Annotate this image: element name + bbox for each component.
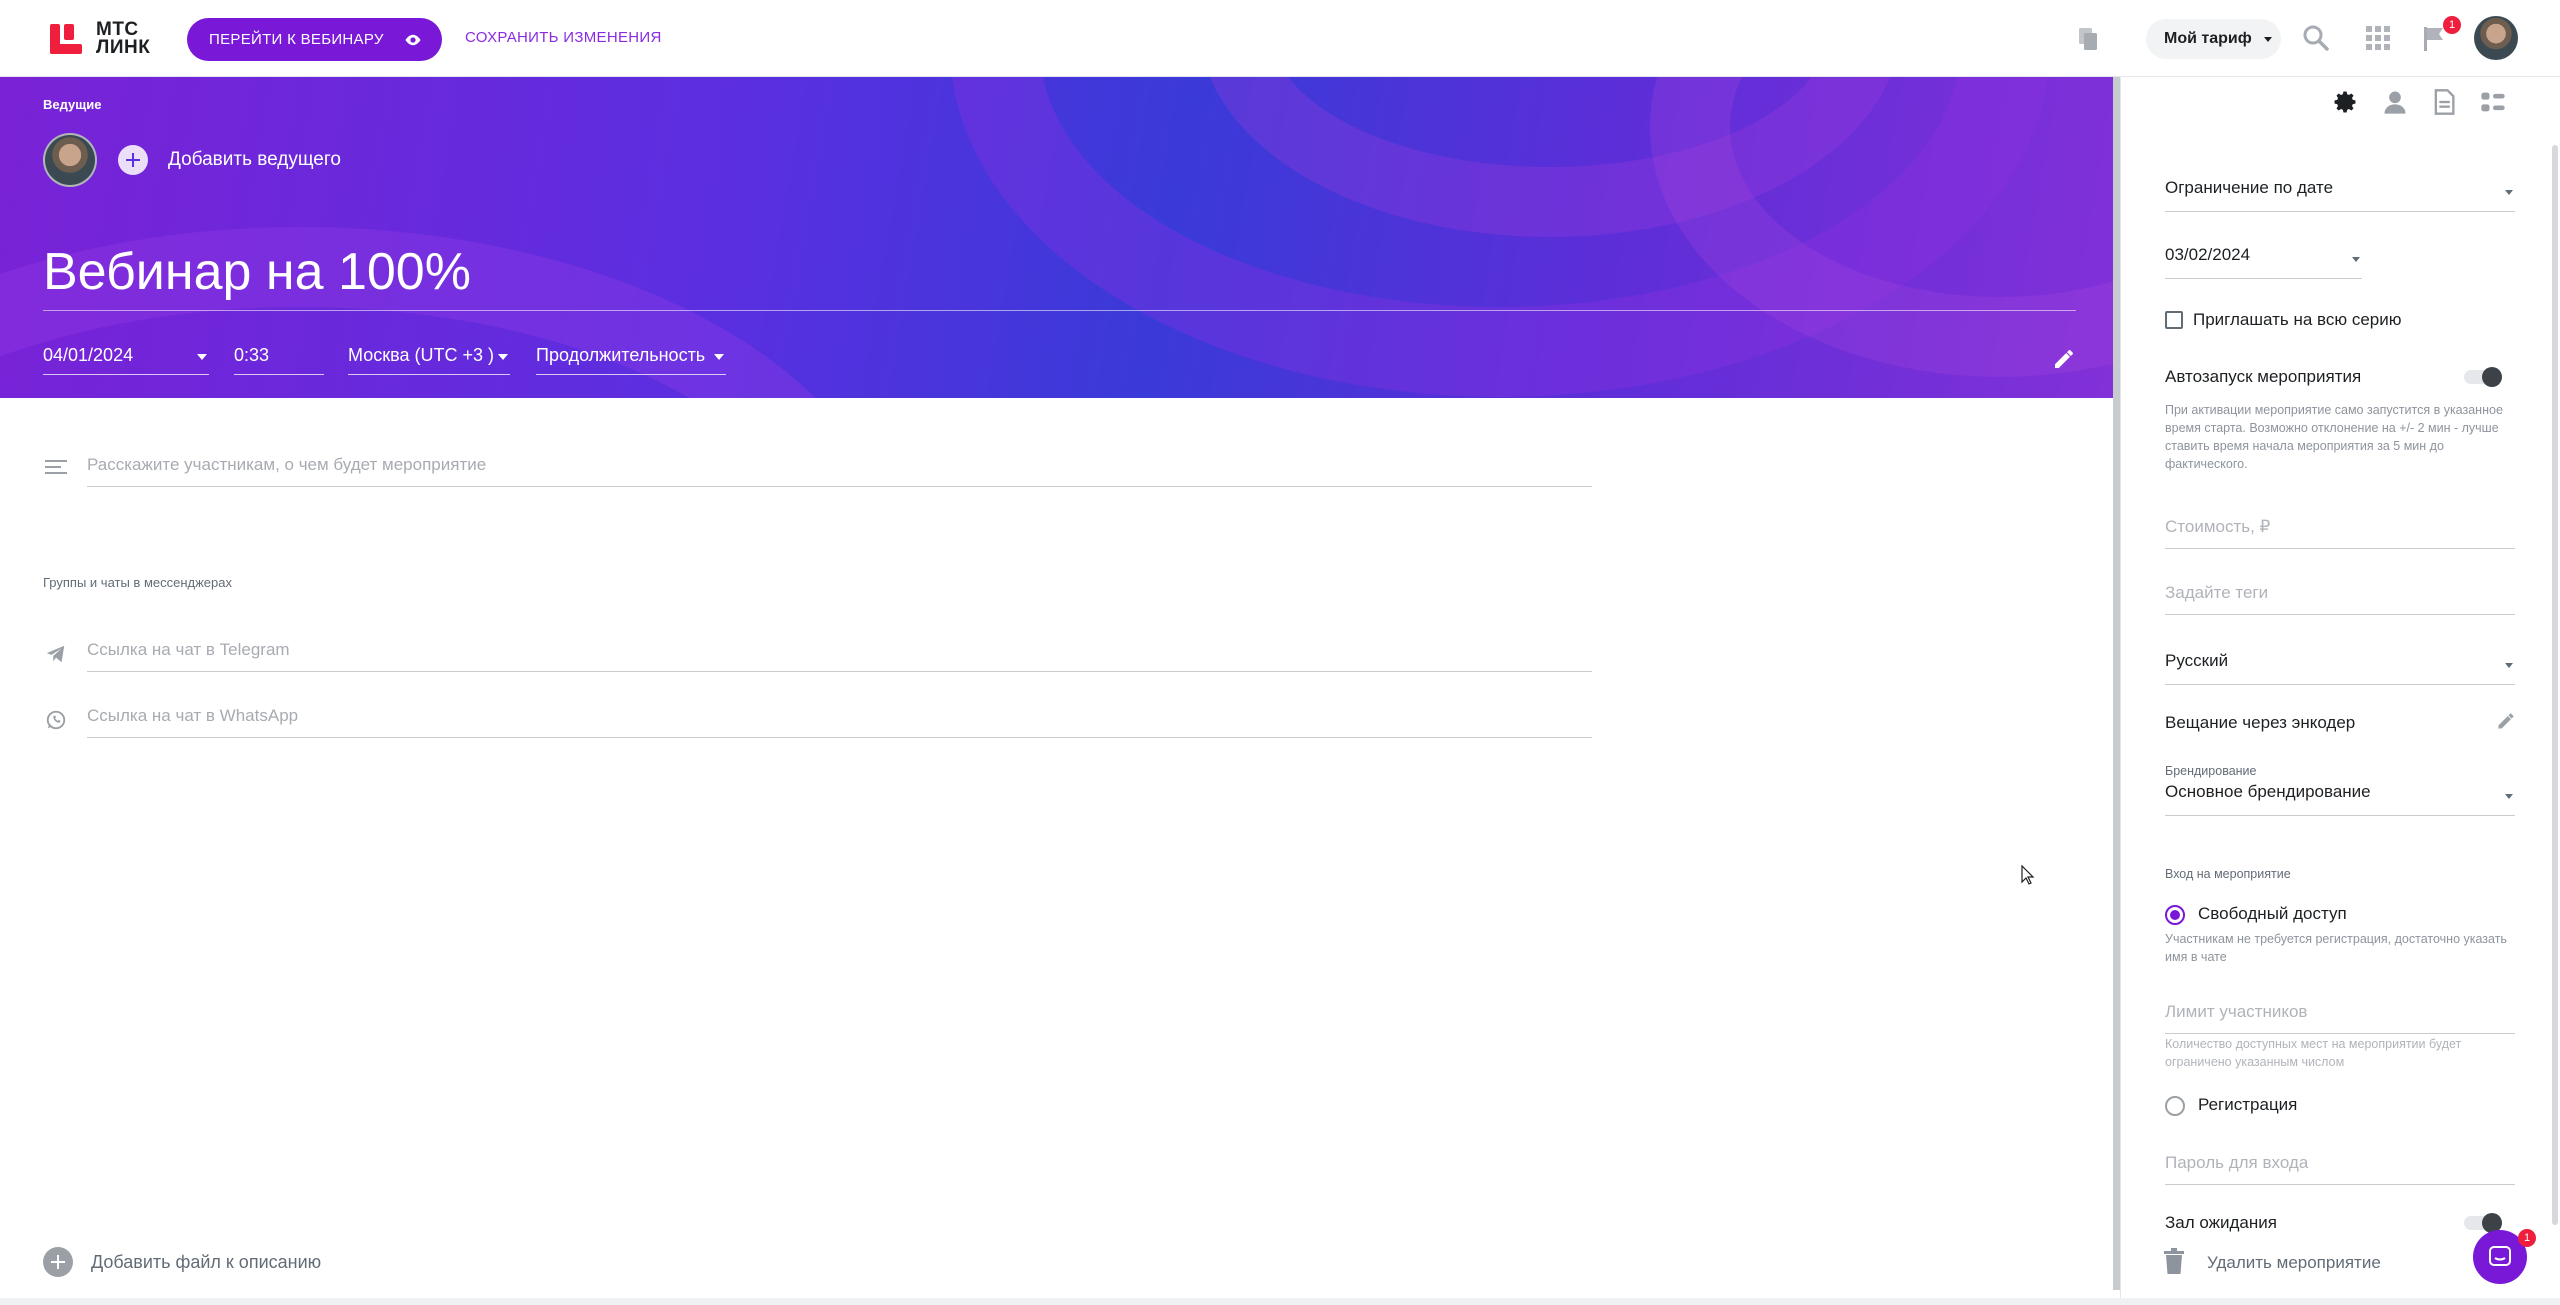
eye-icon [405,34,421,46]
language-select[interactable]: Русский [2165,651,2515,685]
limit-date-value: 03/02/2024 [2165,245,2251,264]
date-value: 04/01/2024 [43,345,134,365]
time-value: 0:33 [234,345,270,365]
password-input[interactable]: Пароль для входа [2165,1153,2515,1185]
date-limit-value: Ограничение по дате [2165,178,2334,197]
main-scrollbar[interactable] [2113,77,2120,1290]
logo[interactable]: МТС ЛИНК [50,20,150,58]
save-changes-button[interactable]: СОХРАНИТЬ ИЗМЕНЕНИЯ [465,29,662,46]
apps-grid-icon[interactable] [2366,26,2390,50]
chevron-down-icon [2263,36,2272,42]
go-to-webinar-label: ПЕРЕЙТИ К ВЕБИНАРУ [209,31,384,48]
timezone-select[interactable]: Москва (UTC +3 ) [348,345,510,375]
chat-icon [2489,1246,2511,1266]
logo-text: МТС ЛИНК [96,20,151,58]
mouse-cursor-icon [2021,865,2035,885]
tariff-dropdown[interactable]: Мой тариф [2146,19,2281,59]
copy-icon[interactable] [2076,26,2100,52]
hosts-label: Ведущие [43,97,102,112]
bottom-scroll-track [0,1298,2560,1305]
duration-select[interactable]: Продолжительность [536,345,726,375]
settings-gear-icon[interactable] [2331,88,2359,116]
logo-mark-icon [50,22,84,56]
document-icon[interactable] [2430,88,2458,116]
list-icon[interactable] [2479,88,2507,116]
registration-radio[interactable] [2165,1096,2185,1116]
entry-label: Вход на мероприятие [2165,867,2291,881]
go-to-webinar-button[interactable]: ПЕРЕЙТИ К ВЕБИНАРУ [187,18,442,61]
logo-line2: ЛИНК [96,37,151,58]
add-host-button[interactable]: Добавить ведущего [168,149,341,171]
autostart-toggle[interactable] [2464,367,2502,387]
autostart-hint: При активации мероприятие само запуститс… [2165,403,2503,471]
delete-event-button[interactable]: Удалить мероприятие [2207,1253,2407,1273]
free-access-hint: Участникам не требуется регистрация, дос… [2165,932,2507,964]
participants-limit-hint: Количество доступных мест на мероприятии… [2165,1037,2462,1069]
price-input[interactable]: Стоимость, ₽ [2165,517,2515,549]
description-input[interactable]: Расскажите участникам, о чем будет мероп… [87,455,1592,487]
autostart-label: Автозапуск мероприятия [2165,367,2362,386]
chevron-down-icon [498,354,508,360]
duration-value: Продолжительность [536,345,706,365]
branding-select[interactable]: Основное брендирование [2165,782,2515,816]
chevron-down-icon [2352,257,2360,262]
whatsapp-icon [46,710,66,730]
waiting-room-toggle[interactable] [2464,1213,2502,1233]
date-limit-select[interactable]: Ограничение по дате [2165,178,2515,212]
top-bar: МТС ЛИНК ПЕРЕЙТИ К ВЕБИНАРУ СОХРАНИТЬ ИЗ… [0,0,2560,77]
whatsapp-link-input[interactable]: Ссылка на чат в WhatsApp [87,706,1592,738]
registration-label: Регистрация [2198,1095,2298,1114]
notification-badge: 1 [2443,16,2461,34]
add-circle-icon [43,1247,73,1277]
date-field[interactable]: 04/01/2024 [43,345,209,375]
language-value: Русский [2165,651,2229,670]
trash-icon[interactable] [2163,1248,2185,1274]
free-access-radio[interactable] [2165,905,2185,925]
participants-limit-input[interactable]: Лимит участников [2165,1002,2515,1034]
add-file-button[interactable]: Добавить файл к описанию [43,1247,321,1277]
time-field[interactable]: 0:33 [234,345,324,375]
messenger-groups-label: Группы и чаты в мессенджерах [43,575,232,590]
timezone-value: Москва (UTC +3 ) [348,345,494,365]
tags-input[interactable]: Задайте теги [2165,583,2515,615]
chat-badge: 1 [2518,1229,2536,1247]
tariff-label: Мой тариф [2164,30,2252,47]
host-avatar[interactable] [43,133,97,187]
panel-scrollbar[interactable] [2552,145,2558,1225]
telegram-icon [46,645,65,663]
edit-cover-pencil-icon[interactable] [2052,347,2076,371]
participant-icon[interactable] [2381,88,2409,116]
chevron-down-icon [197,354,207,360]
event-header: Ведущие Добавить ведущего Вебинар на 100… [0,77,2120,398]
chevron-down-icon [2505,663,2513,668]
telegram-link-input[interactable]: Ссылка на чат в Telegram [87,640,1592,672]
add-host-icon[interactable] [118,145,148,175]
chevron-down-icon [2505,190,2513,195]
invite-series-label: Приглашать на всю серию [2193,310,2402,329]
search-icon[interactable] [2302,24,2330,52]
branding-label: Брендирование [2165,764,2257,778]
invite-series-checkbox[interactable] [2165,311,2183,329]
description-icon [45,460,67,478]
chevron-down-icon [714,354,724,360]
edit-encoder-pencil-icon[interactable] [2496,711,2516,731]
encoder-label: Вещание через энкодер [2165,713,2356,732]
free-access-label: Свободный доступ [2198,904,2347,923]
add-file-label: Добавить файл к описанию [91,1251,322,1272]
user-avatar[interactable] [2474,16,2518,60]
branding-value: Основное брендирование [2165,782,2371,801]
limit-date-field[interactable]: 03/02/2024 [2165,245,2362,279]
waiting-room-label: Зал ожидания [2165,1213,2277,1232]
event-title[interactable]: Вебинар на 100% [43,242,2076,311]
chevron-down-icon [2505,794,2513,799]
